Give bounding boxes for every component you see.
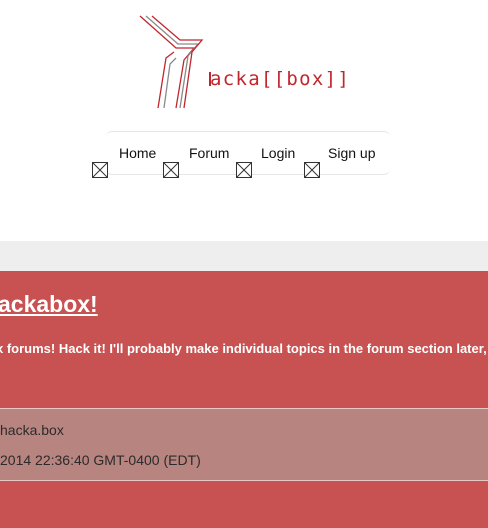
nav-signup-label: Sign up	[328, 145, 376, 161]
broken-image-icon	[236, 162, 252, 178]
nav-signup[interactable]: Sign up	[304, 132, 390, 178]
post-author: hacka.box	[0, 422, 64, 438]
post-date: 2014 22:36:40 GMT-0400 (EDT)	[0, 452, 201, 468]
broken-image-icon	[92, 162, 108, 178]
nav-forum[interactable]: Forum	[163, 132, 233, 178]
nav-forum-label: Forum	[189, 145, 230, 161]
nav-home[interactable]: Home	[92, 132, 162, 178]
nav-home-label: Home	[119, 145, 157, 161]
post-title-link[interactable]: ackabox!	[0, 291, 98, 318]
site-logo[interactable]: acka[[box]]	[138, 12, 349, 114]
section-divider	[0, 241, 488, 271]
main-nav: Home Forum Login Sign up	[92, 131, 390, 178]
broken-image-icon	[304, 162, 320, 178]
post-card: ackabox! x forums! Hack it! I'll probabl…	[0, 271, 488, 528]
logo-text: acka[[box]]	[210, 68, 351, 90]
broken-image-icon	[163, 162, 179, 178]
logo-mark-icon	[139, 15, 211, 109]
post-meta: hacka.box 2014 22:36:40 GMT-0400 (EDT)	[0, 408, 488, 481]
nav-login[interactable]: Login	[236, 132, 306, 178]
nav-login-label: Login	[261, 145, 296, 161]
page: acka[[box]] Home Forum Login Sign up ack…	[0, 0, 488, 528]
post-body: x forums! Hack it! I'll probably make in…	[0, 341, 487, 356]
